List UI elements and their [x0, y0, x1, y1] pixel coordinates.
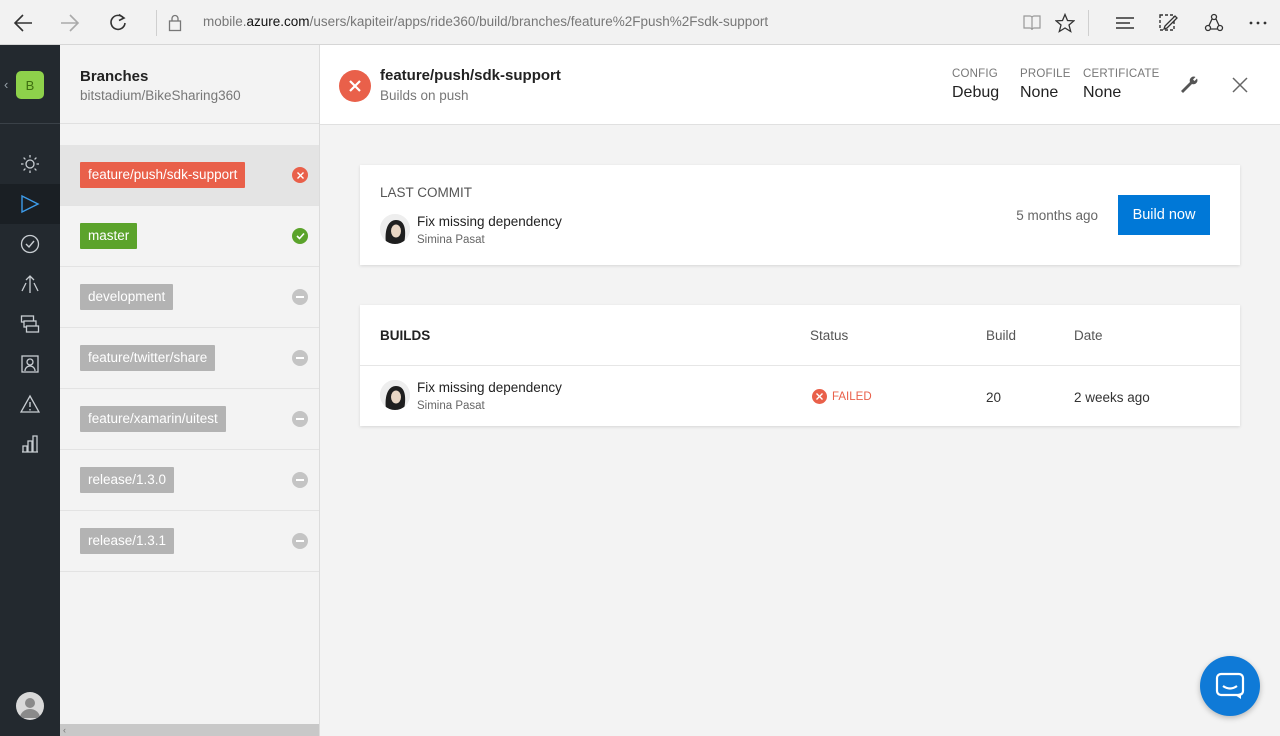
config-label: CONFIG [952, 68, 998, 80]
branch-tag: feature/push/sdk-support [80, 162, 246, 188]
browser-toolbar: mobile.azure.com/users/kapiteir/apps/rid… [0, 0, 1280, 45]
branch-item[interactable]: release/1.3.1 [60, 511, 319, 572]
last-commit-card: LAST COMMIT Fix missing dependency Simin… [360, 165, 1240, 265]
no-build-status-icon [292, 472, 308, 488]
commit-time: 5 months ago [1016, 208, 1098, 223]
back-icon[interactable] [8, 8, 38, 38]
branch-item[interactable]: feature/twitter/share [60, 328, 319, 389]
wrench-settings-icon[interactable] [1177, 73, 1201, 97]
no-build-status-icon [292, 289, 308, 305]
branch-tag: master [80, 223, 138, 249]
hub-icon[interactable] [1110, 8, 1140, 38]
branch-list: feature/push/sdk-support master developmen… [60, 145, 319, 572]
scroll-left-icon[interactable]: ‹ [63, 724, 66, 736]
branch-header: feature/push/sdk-support Builds on push … [320, 45, 1280, 125]
chevron-left-icon: ‹ [4, 77, 9, 92]
branch-item[interactable]: feature/push/sdk-support [60, 145, 319, 206]
commit-author: Simina Pasat [417, 234, 485, 246]
chat-support-button[interactable] [1200, 656, 1260, 716]
branch-tag: release/1.3.1 [80, 528, 175, 554]
branches-panel: Branches bitstadium/BikeSharing360 featu… [60, 45, 320, 736]
nav-users-icon[interactable] [0, 344, 60, 384]
build-number: 20 [986, 390, 1002, 405]
refresh-icon[interactable] [103, 8, 133, 38]
build-author-avatar [380, 380, 410, 410]
address-bar[interactable]: mobile.azure.com/users/kapiteir/apps/rid… [203, 14, 768, 29]
build-details: feature/push/sdk-support Builds on push … [320, 45, 1280, 736]
nav-build-icon[interactable] [0, 184, 60, 224]
builds-title: BUILDS [380, 328, 431, 343]
nav-test-icon[interactable] [0, 224, 60, 264]
nav-distribute-icon[interactable] [0, 264, 60, 304]
failed-status-icon [292, 167, 308, 183]
failed-status-icon [339, 70, 371, 102]
build-status-text: FAILED [832, 390, 872, 403]
no-build-status-icon [292, 411, 308, 427]
web-note-icon[interactable] [1153, 8, 1183, 38]
branch-item[interactable]: feature/xamarin/uitest [60, 389, 319, 450]
commit-author-avatar [380, 214, 410, 244]
lock-icon [160, 8, 190, 38]
build-status-badge: FAILED [812, 389, 872, 404]
profile-value: None [1020, 84, 1059, 101]
build-trigger: Builds on push [380, 88, 469, 103]
last-commit-label: LAST COMMIT [380, 185, 473, 200]
build-column-header[interactable]: Build [986, 328, 1016, 343]
forward-icon[interactable] [55, 8, 85, 38]
app-icon: B [16, 71, 44, 99]
close-icon[interactable] [1228, 73, 1252, 97]
failed-icon [812, 389, 827, 404]
horizontal-scrollbar[interactable]: ‹ [60, 724, 319, 736]
config-value: Debug [952, 84, 1000, 101]
no-build-status-icon [292, 350, 308, 366]
certificate-value: None [1083, 84, 1122, 101]
commit-message: Fix missing dependency [417, 214, 562, 229]
build-date: 2 weeks ago [1074, 390, 1150, 405]
app-switcher[interactable]: ‹ B [0, 45, 60, 124]
nav-crashes-icon[interactable] [0, 304, 60, 344]
chat-icon [1215, 672, 1245, 699]
branch-item[interactable]: development [60, 267, 319, 328]
branch-tag: feature/xamarin/uitest [80, 406, 226, 432]
app-nav-rail: ‹ B [0, 45, 60, 736]
certificate-label: CERTIFICATE [1083, 68, 1160, 80]
repo-name: bitstadium/BikeSharing360 [80, 88, 241, 103]
favorite-star-icon[interactable] [1050, 8, 1080, 38]
reading-view-icon[interactable] [1017, 8, 1047, 38]
builds-card: BUILDS Status Build Date Fix missing dep… [360, 305, 1240, 426]
branches-header: Branches bitstadium/BikeSharing360 [60, 45, 319, 124]
profile-setting[interactable]: PROFILE None [1020, 68, 1071, 102]
branch-tag: development [80, 284, 174, 310]
branch-tag: feature/twitter/share [80, 345, 216, 371]
branch-item[interactable]: release/1.3.0 [60, 450, 319, 511]
table-row[interactable]: Fix missing dependency Simina Pasat FAIL… [360, 366, 1240, 426]
config-setting[interactable]: CONFIG Debug [952, 68, 999, 102]
profile-label: PROFILE [1020, 68, 1071, 80]
branch-item[interactable]: master [60, 206, 319, 267]
share-icon[interactable] [1199, 8, 1229, 38]
nav-analytics-icon[interactable] [0, 424, 60, 464]
builds-table-header: BUILDS Status Build Date [360, 305, 1240, 366]
build-commit-author: Simina Pasat [417, 400, 485, 412]
certificate-setting[interactable]: CERTIFICATE None [1083, 68, 1160, 102]
success-status-icon [292, 228, 308, 244]
branch-tag: release/1.3.0 [80, 467, 175, 493]
no-build-status-icon [292, 533, 308, 549]
branch-name: feature/push/sdk-support [380, 67, 561, 84]
build-now-button[interactable]: Build now [1118, 195, 1210, 235]
more-icon[interactable] [1243, 8, 1273, 38]
nav-overview-icon[interactable] [0, 144, 60, 184]
user-avatar-icon[interactable] [16, 692, 44, 720]
build-commit-message: Fix missing dependency [417, 380, 562, 395]
nav-diagnostics-icon[interactable] [0, 384, 60, 424]
status-column-header[interactable]: Status [810, 328, 848, 343]
branches-title: Branches [80, 68, 149, 85]
date-column-header[interactable]: Date [1074, 328, 1103, 343]
